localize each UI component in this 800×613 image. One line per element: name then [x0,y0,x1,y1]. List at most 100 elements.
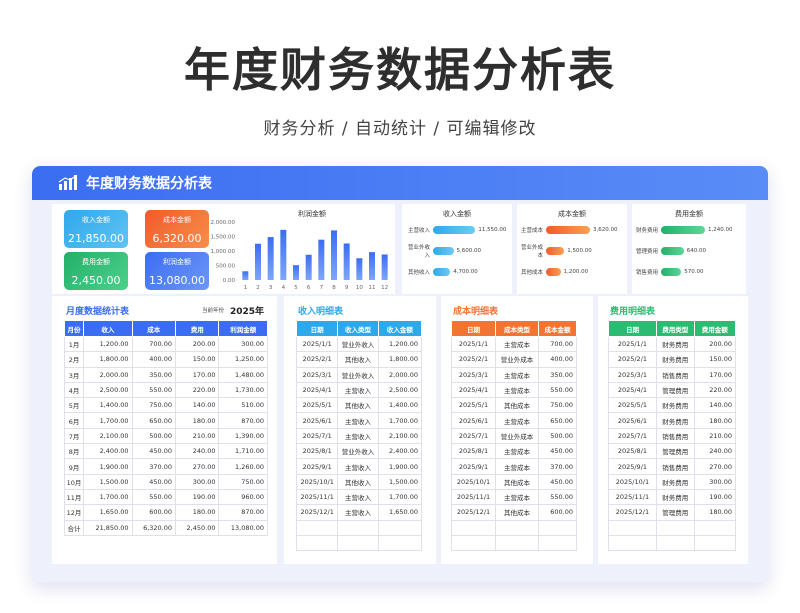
table-cell[interactable]: 1,700.00 [377,488,423,506]
table-cell[interactable]: 其他收入 [337,351,379,368]
table-cell[interactable]: 210.00 [175,427,220,445]
table-cell[interactable]: 240.00 [175,443,220,460]
table-cell[interactable]: 6月 [63,412,85,429]
table-cell[interactable]: 190.00 [175,488,220,506]
table-cell[interactable] [337,534,379,552]
table-cell[interactable]: 200.00 [693,335,737,353]
table-cell[interactable]: 450.00 [537,443,578,460]
table-cell[interactable]: 主营成本 [494,488,539,506]
table-cell[interactable]: 2025/10/1 [608,473,657,490]
table-cell[interactable]: 主营成本 [494,335,539,353]
table-cell[interactable]: 财务费用 [655,412,695,429]
table-cell[interactable]: 9月 [63,458,85,475]
table-cell[interactable] [451,519,496,536]
table-cell[interactable]: 7月 [63,427,85,445]
table-cell[interactable]: 主营成本 [494,366,539,383]
table-cell[interactable]: 2025/12/1 [451,504,496,521]
table-cell[interactable]: 营业外成本 [494,427,539,445]
table-cell[interactable]: 750.00 [537,397,578,414]
table-cell[interactable]: 财务费用 [655,488,695,506]
table-cell[interactable] [655,519,695,536]
table-cell[interactable]: 550.00 [537,381,578,399]
table-cell[interactable]: 2,100.00 [83,427,133,445]
table-cell[interactable]: 销售费用 [655,366,695,383]
table-cell[interactable]: 1,250.00 [218,351,268,368]
table-cell[interactable]: 2025/2/1 [295,351,339,368]
table-cell[interactable]: 180.00 [175,504,220,521]
table-cell[interactable]: 650.00 [131,412,177,429]
table-cell[interactable]: 4月 [63,381,85,399]
table-cell[interactable] [451,534,496,552]
table-cell[interactable]: 10月 [63,473,85,490]
table-cell[interactable]: 270.00 [175,458,220,475]
table-cell[interactable]: 2,400.00 [377,443,423,460]
table-cell[interactable]: 2025/1/1 [608,335,657,353]
table-cell[interactable]: 600.00 [131,504,177,521]
table-cell[interactable]: 2025/11/1 [608,488,657,506]
table-cell[interactable]: 2025/6/1 [608,412,657,429]
table-cell[interactable] [377,534,423,552]
table-cell[interactable]: 主营成本 [494,412,539,429]
table-cell[interactable]: 销售费用 [655,458,695,475]
table-cell[interactable]: 管理费用 [655,504,695,521]
table-cell[interactable]: 1,800.00 [83,351,133,368]
table-cell[interactable]: 1,800.00 [377,351,423,368]
table-cell[interactable] [494,519,539,536]
table-cell[interactable]: 合计 [63,519,85,536]
table-cell[interactable]: 2025/9/1 [295,458,339,475]
table-cell[interactable]: 870.00 [218,504,268,521]
table-cell[interactable]: 550.00 [537,488,578,506]
table-cell[interactable]: 其他成本 [494,473,539,490]
table-cell[interactable]: 1,730.00 [218,381,268,399]
table-cell[interactable]: 2025/7/1 [451,427,496,445]
table-cell[interactable]: 2,500.00 [377,381,423,399]
table-cell[interactable]: 180.00 [175,412,220,429]
table-cell[interactable]: 其他收入 [337,473,379,490]
table-cell[interactable]: 1,700.00 [83,488,133,506]
table-cell[interactable]: 1,400.00 [83,397,133,414]
table-cell[interactable] [537,519,578,536]
table-cell[interactable]: 销售费用 [655,427,695,445]
table-cell[interactable]: 2,450.00 [175,519,220,536]
table-cell[interactable] [608,519,657,536]
table-cell[interactable]: 2025/3/1 [608,366,657,383]
table-cell[interactable]: 主营收入 [337,504,379,521]
table-cell[interactable]: 1,400.00 [377,397,423,414]
table-cell[interactable]: 960.00 [218,488,268,506]
table-cell[interactable]: 350.00 [131,366,177,383]
table-cell[interactable]: 450.00 [131,473,177,490]
table-cell[interactable]: 300.00 [175,473,220,490]
table-cell[interactable]: 750.00 [131,397,177,414]
table-cell[interactable]: 其他收入 [337,397,379,414]
table-cell[interactable] [537,534,578,552]
table-cell[interactable]: 财务费用 [655,335,695,353]
table-cell[interactable]: 500.00 [131,427,177,445]
table-cell[interactable]: 2,100.00 [377,427,423,445]
table-cell[interactable]: 180.00 [693,504,737,521]
table-cell[interactable]: 1,710.00 [218,443,268,460]
table-cell[interactable]: 300.00 [218,335,268,353]
table-cell[interactable]: 350.00 [537,366,578,383]
table-cell[interactable]: 财务费用 [655,473,695,490]
table-cell[interactable]: 2025/4/1 [451,381,496,399]
table-cell[interactable]: 21,850.00 [83,519,133,536]
table-cell[interactable] [295,534,339,552]
table-cell[interactable]: 2025/11/1 [451,488,496,506]
table-cell[interactable]: 2025/5/1 [295,397,339,414]
table-cell[interactable]: 2025/5/1 [608,397,657,414]
table-cell[interactable]: 1,900.00 [83,458,133,475]
table-cell[interactable]: 2025/3/1 [451,366,496,383]
table-cell[interactable]: 700.00 [131,335,177,353]
table-cell[interactable]: 其他成本 [494,504,539,521]
table-cell[interactable]: 1,200.00 [83,335,133,353]
table-cell[interactable]: 2025/4/1 [295,381,339,399]
table-cell[interactable]: 450.00 [131,443,177,460]
table-cell[interactable]: 220.00 [175,381,220,399]
table-cell[interactable]: 1,700.00 [83,412,133,429]
table-cell[interactable]: 700.00 [537,335,578,353]
table-cell[interactable]: 1,260.00 [218,458,268,475]
table-cell[interactable]: 400.00 [131,351,177,368]
table-cell[interactable]: 140.00 [175,397,220,414]
table-cell[interactable]: 750.00 [218,473,268,490]
table-cell[interactable]: 2025/9/1 [451,458,496,475]
